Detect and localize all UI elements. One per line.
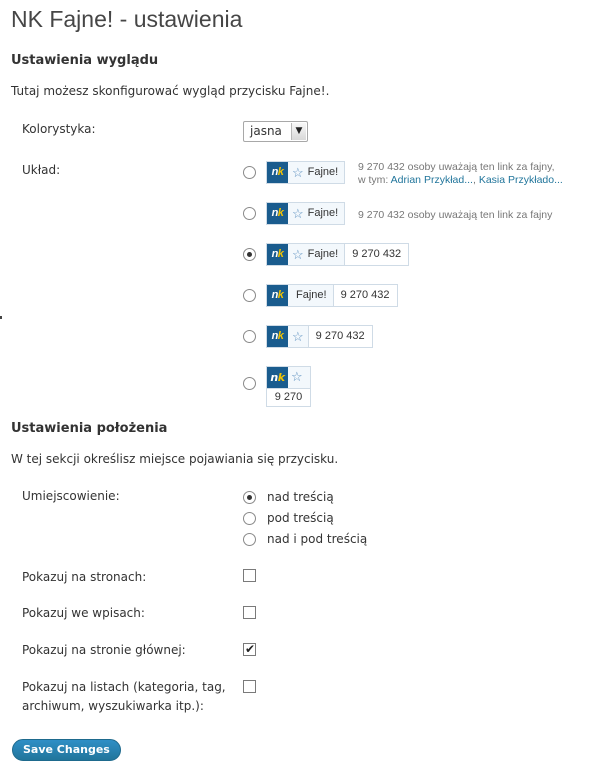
- layout-radio-3[interactable]: [243, 248, 256, 261]
- layout-radio-1[interactable]: [243, 166, 256, 179]
- placement-radio-below[interactable]: [243, 512, 256, 525]
- placement-radio-above[interactable]: [243, 491, 256, 504]
- checkmark-icon: ✔: [244, 642, 256, 656]
- color-scheme-select[interactable]: jasna ▼: [243, 121, 308, 142]
- star-icon: ☆: [291, 370, 303, 385]
- layout-radio-4[interactable]: [243, 289, 256, 302]
- show-on-pages-label: Pokazuj na stronach:: [22, 570, 147, 584]
- edge-marker: [0, 316, 2, 319]
- nk-preview-icon-count: nk ☆ 9 270 432: [266, 325, 373, 348]
- star-icon: ☆: [292, 247, 304, 262]
- nk-logo: nk: [267, 162, 288, 183]
- nk-logo: nk: [267, 203, 288, 224]
- appearance-heading: Ustawienia wyglądu: [11, 53, 159, 68]
- appearance-description: Tutaj możesz skonfigurować wygląd przyci…: [11, 84, 330, 98]
- show-on-lists-checkbox[interactable]: [243, 680, 256, 693]
- show-on-lists-label: Pokazuj na listach (kategoria, tag, arch…: [22, 678, 226, 716]
- fajne-label: Fajne!: [307, 207, 339, 219]
- star-icon: ☆: [292, 329, 304, 344]
- layout-label: Układ:: [22, 163, 61, 177]
- position-heading: Ustawienia położenia: [11, 421, 168, 436]
- count-text: 9 270 432 osoby uważają ten link za fajn…: [358, 161, 555, 173]
- count-badge: 9 270: [267, 389, 310, 406]
- fajne-label: Fajne!: [307, 166, 339, 178]
- with-prefix: w tym:: [358, 174, 391, 186]
- placement-option-both[interactable]: nad i pod treścią: [267, 531, 367, 547]
- save-changes-button[interactable]: Save Changes: [12, 739, 121, 761]
- count-badge: 9 270 432: [307, 326, 372, 347]
- placement-radio-both[interactable]: [243, 533, 256, 546]
- show-on-lists-label-line2: archiwum, wyszukiwarka itp.):: [22, 699, 204, 713]
- page-title: NK Fajne! - ustawienia: [11, 6, 243, 32]
- show-in-posts-checkbox[interactable]: [243, 606, 256, 619]
- position-description: W tej sekcji określisz miejsce pojawiani…: [11, 452, 339, 466]
- friend-link-1[interactable]: Adrian Przykład...: [391, 174, 473, 186]
- placement-option-below[interactable]: pod treścią: [267, 510, 334, 526]
- nk-preview-text-count: nk Fajne! 9 270 432: [266, 284, 398, 307]
- nk-logo: nk: [267, 326, 288, 347]
- count-badge: 9 270 432: [332, 285, 397, 306]
- layout-radio-6[interactable]: [243, 377, 256, 390]
- nk-logo: nk: [267, 244, 288, 265]
- friend-link-2[interactable]: Kasia Przykłado...: [479, 174, 563, 186]
- fajne-label: Fajne!: [296, 289, 327, 301]
- color-scheme-value: jasna: [250, 124, 282, 138]
- fajne-label: Fajne!: [307, 248, 339, 260]
- layout-radio-2[interactable]: [243, 207, 256, 220]
- placement-label: Umiejscowienie:: [22, 489, 120, 503]
- show-in-posts-label: Pokazuj we wpisach:: [22, 606, 145, 620]
- show-on-lists-label-line1: Pokazuj na listach (kategoria, tag,: [22, 680, 226, 694]
- star-icon: ☆: [292, 165, 304, 180]
- star-icon: ☆: [292, 206, 304, 221]
- nk-preview-standard-faces: nk ☆ Fajne!: [266, 161, 346, 184]
- nk-logo: nk: [267, 285, 288, 306]
- nk-preview-standard: nk ☆ Fajne!: [266, 202, 346, 225]
- show-on-pages-checkbox[interactable]: [243, 569, 256, 582]
- placement-option-above[interactable]: nad treścią: [267, 489, 334, 505]
- nk-preview-box-count: nk ☆ 9 270: [266, 366, 311, 407]
- nk-preview-button-count: nk ☆ Fajne! 9 270 432: [266, 243, 410, 266]
- color-scheme-label: Kolorystyka:: [22, 122, 96, 136]
- show-on-home-checkbox[interactable]: ✔: [243, 642, 256, 656]
- nk-logo: nk: [267, 367, 288, 388]
- layout-1-description: 9 270 432 osoby uważają ten link za fajn…: [358, 161, 563, 187]
- chevron-down-icon[interactable]: ▼: [291, 123, 306, 140]
- layout-radio-5[interactable]: [243, 330, 256, 343]
- show-on-home-label: Pokazuj na stronie głównej:: [22, 643, 186, 657]
- layout-2-description: 9 270 432 osoby uważają ten link za fajn…: [358, 209, 553, 221]
- count-badge: 9 270 432: [344, 244, 409, 265]
